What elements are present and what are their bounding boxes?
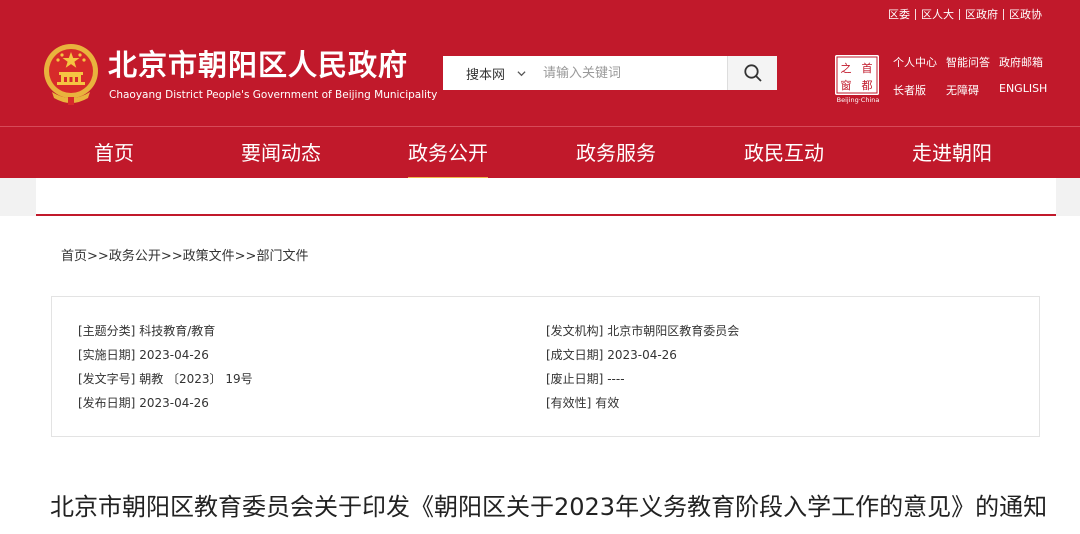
- metadata-value: 朝教 〔2023〕 19号: [139, 372, 253, 386]
- smart-qa-link[interactable]: 智能问答: [946, 54, 999, 70]
- site-header: 区委 区人大 区政府 区政协 北京市朝阳区人民政府 Chaoyang Distr…: [0, 0, 1080, 126]
- document-title: 北京市朝阳区教育委员会关于印发《朝阳区关于2023年义务教育阶段入学工作的意见》…: [50, 493, 1048, 521]
- subnav-band: [36, 178, 1056, 216]
- capital-char: 首: [862, 61, 873, 75]
- quick-links: 个人中心 智能问答 政府邮箱 长者版 无障碍 ENGLISH: [893, 54, 1053, 110]
- nav-item-news[interactable]: 要闻动态: [241, 127, 321, 179]
- breadcrumb-policy-documents[interactable]: 政策文件: [183, 249, 235, 264]
- english-link[interactable]: ENGLISH: [999, 82, 1047, 98]
- metadata-drafted-date: [成文日期] 2023-04-26: [546, 345, 739, 369]
- metadata-repeal-date: [废止日期] ----: [546, 369, 739, 393]
- capital-char: 之: [841, 61, 852, 75]
- top-links: 区委 区人大 区政府 区政协: [888, 6, 1042, 22]
- personal-center-link[interactable]: 个人中心: [893, 54, 946, 70]
- metadata-label: [实施日期]: [78, 348, 136, 362]
- site-title[interactable]: 北京市朝阳区人民政府: [108, 47, 408, 83]
- breadcrumb-separator: >>: [87, 249, 109, 264]
- breadcrumb-home[interactable]: 首页: [61, 249, 87, 264]
- top-link-divider: [1003, 8, 1004, 20]
- capital-char: 都: [862, 79, 873, 92]
- nav-item-public-interaction[interactable]: 政民互动: [744, 127, 824, 179]
- accessibility-link[interactable]: 无障碍: [946, 82, 999, 98]
- capital-window-icon: 之 首 窗 都: [835, 55, 879, 95]
- quick-links-row: 个人中心 智能问答 政府邮箱: [893, 54, 1053, 70]
- metadata-validity: [有效性] 有效: [546, 393, 739, 417]
- chevron-down-icon: [517, 70, 526, 76]
- search-button[interactable]: [727, 56, 777, 90]
- nav-item-government-services[interactable]: 政务服务: [576, 127, 656, 179]
- capital-logo-caption: Beijing·China: [836, 96, 880, 104]
- search-bar: 搜本网: [443, 56, 777, 90]
- document-metadata: [主题分类] 科技教育/教育 [实施日期] 2023-04-26 [发文字号] …: [51, 296, 1040, 437]
- nav-item-government-affairs[interactable]: 政务公开: [408, 127, 488, 180]
- quick-links-row: 长者版 无障碍 ENGLISH: [893, 82, 1053, 98]
- top-link-divider: [915, 8, 916, 20]
- government-mailbox-link[interactable]: 政府邮箱: [999, 54, 1043, 70]
- metadata-label: [发布日期]: [78, 396, 136, 410]
- breadcrumb-separator: >>: [160, 249, 183, 264]
- metadata-label: [主题分类]: [78, 324, 136, 338]
- top-link-district-committee[interactable]: 区委: [888, 6, 910, 22]
- metadata-label: [废止日期]: [546, 372, 604, 386]
- top-link-district-congress[interactable]: 区人大: [921, 6, 954, 22]
- breadcrumb-department-documents[interactable]: 部门文件: [256, 249, 308, 264]
- metadata-value: 2023-04-26: [139, 396, 209, 410]
- metadata-value: 2023-04-26: [139, 348, 209, 362]
- metadata-issuing-agency: [发文机构] 北京市朝阳区教育委员会: [546, 321, 739, 345]
- metadata-right-column: [发文机构] 北京市朝阳区教育委员会 [成文日期] 2023-04-26 [废止…: [546, 321, 739, 417]
- top-link-district-government[interactable]: 区政府: [965, 6, 998, 22]
- metadata-topic: [主题分类] 科技教育/教育: [78, 321, 253, 345]
- search-icon: [743, 64, 762, 82]
- elder-version-link[interactable]: 长者版: [893, 82, 946, 98]
- metadata-label: [有效性]: [546, 396, 592, 410]
- metadata-label: [发文字号]: [78, 372, 136, 386]
- metadata-effective-date: [实施日期] 2023-04-26: [78, 345, 253, 369]
- top-link-divider: [959, 8, 960, 20]
- nav-item-about-chaoyang[interactable]: 走进朝阳: [912, 127, 992, 179]
- metadata-value: 北京市朝阳区教育委员会: [607, 324, 740, 338]
- metadata-value: ----: [607, 372, 625, 386]
- national-emblem-icon[interactable]: [42, 42, 100, 106]
- capital-char: 窗: [841, 78, 852, 92]
- metadata-document-number: [发文字号] 朝教 〔2023〕 19号: [78, 369, 253, 393]
- site-subtitle: Chaoyang District People's Government of…: [109, 89, 438, 101]
- metadata-value: 2023-04-26: [607, 348, 677, 362]
- search-scope-label: 搜本网: [466, 67, 506, 83]
- search-input[interactable]: [543, 56, 727, 90]
- metadata-left-column: [主题分类] 科技教育/教育 [实施日期] 2023-04-26 [发文字号] …: [78, 321, 253, 417]
- main-nav: 首页 要闻动态 政务公开 政务服务 政民互动 走进朝阳: [0, 126, 1080, 180]
- metadata-value: 有效: [595, 396, 620, 410]
- capital-window-logo[interactable]: 之 首 窗 都 Beijing·China: [835, 55, 881, 105]
- search-scope-select[interactable]: 搜本网: [443, 56, 543, 90]
- top-link-district-cppcc[interactable]: 区政协: [1009, 6, 1042, 22]
- breadcrumb-separator: >>: [234, 249, 257, 264]
- breadcrumb: 首页>>政务公开>>政策文件>>部门文件: [61, 245, 308, 264]
- nav-item-home[interactable]: 首页: [94, 127, 134, 179]
- metadata-publish-date: [发布日期] 2023-04-26: [78, 393, 253, 417]
- metadata-value: 科技教育/教育: [139, 324, 216, 338]
- breadcrumb-government-affairs[interactable]: 政务公开: [109, 249, 161, 264]
- metadata-label: [发文机构]: [546, 324, 604, 338]
- metadata-label: [成文日期]: [546, 348, 604, 362]
